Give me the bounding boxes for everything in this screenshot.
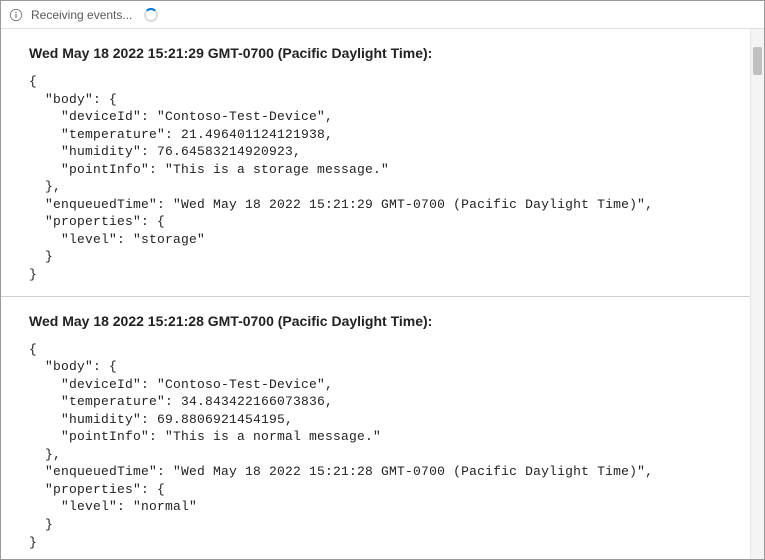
info-icon xyxy=(9,8,23,22)
event-timestamp: Wed May 18 2022 15:21:28 GMT-0700 (Pacif… xyxy=(29,313,726,329)
events-scroll-area: Wed May 18 2022 15:21:29 GMT-0700 (Pacif… xyxy=(1,29,764,559)
status-text: Receiving events... xyxy=(31,8,132,22)
event-monitor-window: Receiving events... Wed May 18 2022 15:2… xyxy=(0,0,765,560)
event-json: { "body": { "deviceId": "Contoso-Test-De… xyxy=(29,73,726,284)
loading-spinner-icon xyxy=(144,8,158,22)
vertical-scrollbar[interactable] xyxy=(750,29,764,559)
status-bar: Receiving events... xyxy=(1,1,764,29)
event-timestamp: Wed May 18 2022 15:21:29 GMT-0700 (Pacif… xyxy=(29,45,726,61)
scrollbar-thumb[interactable] xyxy=(753,47,762,75)
events-content: Wed May 18 2022 15:21:29 GMT-0700 (Pacif… xyxy=(1,29,750,559)
event-entry: Wed May 18 2022 15:21:29 GMT-0700 (Pacif… xyxy=(1,29,750,296)
event-entry: Wed May 18 2022 15:21:28 GMT-0700 (Pacif… xyxy=(1,296,750,559)
event-json: { "body": { "deviceId": "Contoso-Test-De… xyxy=(29,341,726,552)
